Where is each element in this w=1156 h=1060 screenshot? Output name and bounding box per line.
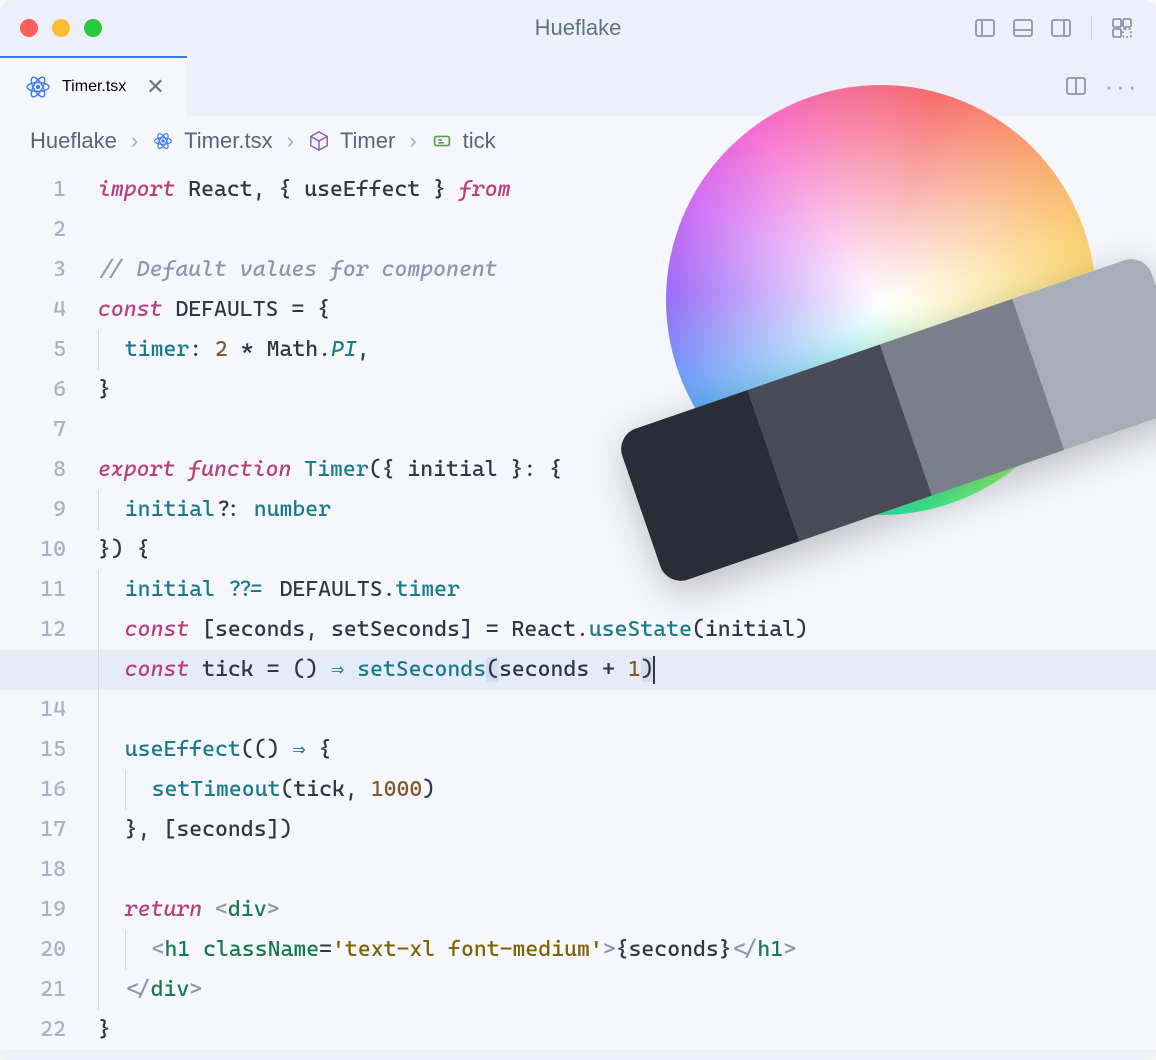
tab-close-icon[interactable]: ✕ [146, 76, 164, 98]
line-number: 19 [0, 890, 66, 930]
line-number: 6 [0, 370, 66, 410]
breadcrumb-label: Hueflake [30, 128, 117, 154]
line-number: 5 [0, 330, 66, 370]
code-line: return <div> [98, 890, 1156, 930]
line-number: 21 [0, 970, 66, 1010]
code-line: const tick = () ⇒ setSeconds(seconds + 1… [98, 650, 1156, 690]
react-icon [26, 75, 50, 99]
line-number: 15 [0, 730, 66, 770]
layout-customize-icon[interactable] [1108, 14, 1136, 42]
code-line [98, 690, 1156, 730]
code-line: useEffect(() ⇒ { [98, 730, 1156, 770]
editor-window: Hueflake Timer.tsx ✕ ··· Hueflake › Time… [0, 0, 1156, 1060]
tabbar-actions: ··· [1062, 56, 1136, 116]
line-number: 20 [0, 930, 66, 970]
breadcrumb-label: tick [463, 128, 496, 154]
line-number: 9 [0, 490, 66, 530]
line-number: 16 [0, 770, 66, 810]
line-number: 11 [0, 570, 66, 610]
react-icon [152, 130, 174, 152]
line-number: 1 [0, 170, 66, 210]
more-actions-icon[interactable]: ··· [1108, 72, 1136, 100]
traffic-lights [20, 19, 102, 37]
line-number: 18 [0, 850, 66, 890]
layout-sidebar-right-icon[interactable] [1047, 14, 1075, 42]
code-line: </div> [98, 970, 1156, 1010]
cube-icon [308, 130, 330, 152]
line-number: 12 [0, 610, 66, 650]
line-number: 22 [0, 1010, 66, 1050]
code-line [98, 850, 1156, 890]
line-number: 7 [0, 410, 66, 450]
chevron-right-icon: › [409, 128, 416, 154]
tabbar: Timer.tsx ✕ ··· [0, 56, 1156, 116]
line-number: 4 [0, 290, 66, 330]
layout-sidebar-left-icon[interactable] [971, 14, 999, 42]
window-title: Hueflake [535, 15, 622, 41]
line-number: 8 [0, 450, 66, 490]
close-window-button[interactable] [20, 19, 38, 37]
code-line: <h1 className='text-xl font-medium'>{sec… [98, 930, 1156, 970]
line-number: 17 [0, 810, 66, 850]
line-number: 3 [0, 250, 66, 290]
line-number: 14 [0, 690, 66, 730]
code-line: }) { [98, 530, 1156, 570]
breadcrumb-label: Timer [340, 128, 395, 154]
chevron-right-icon: › [131, 128, 138, 154]
code-line: setTimeout(tick, 1000) [98, 770, 1156, 810]
minimize-window-button[interactable] [52, 19, 70, 37]
layout-controls [971, 14, 1136, 42]
breadcrumb-symbol-timer[interactable]: Timer [308, 128, 395, 154]
code-line: initial?: number [98, 490, 1156, 530]
layout-panel-bottom-icon[interactable] [1009, 14, 1037, 42]
tab-timer-tsx[interactable]: Timer.tsx ✕ [0, 56, 187, 116]
chevron-right-icon: › [287, 128, 294, 154]
titlebar: Hueflake [0, 0, 1156, 56]
breadcrumb-symbol-tick[interactable]: tick [431, 128, 496, 154]
breadcrumb-root[interactable]: Hueflake [30, 128, 117, 154]
code-line: }, [seconds]) [98, 810, 1156, 850]
breadcrumb-label: Timer.tsx [184, 128, 272, 154]
code-line: const [seconds, setSeconds] = React.useS… [98, 610, 1156, 650]
code-line: } [98, 1010, 1156, 1050]
constant-icon [431, 130, 453, 152]
line-number: 2 [0, 210, 66, 250]
code-line: initial ??= DEFAULTS.timer [98, 570, 1156, 610]
maximize-window-button[interactable] [84, 19, 102, 37]
divider [1091, 16, 1092, 40]
split-editor-icon[interactable] [1062, 72, 1090, 100]
line-number-gutter: 1 2 3 4 5 6 7 8 9 10 11 12 13 14 15 16 1… [0, 170, 90, 1050]
line-number: 10 [0, 530, 66, 570]
breadcrumb-file[interactable]: Timer.tsx [152, 128, 272, 154]
text-cursor [653, 656, 655, 684]
tab-label: Timer.tsx [62, 78, 126, 96]
